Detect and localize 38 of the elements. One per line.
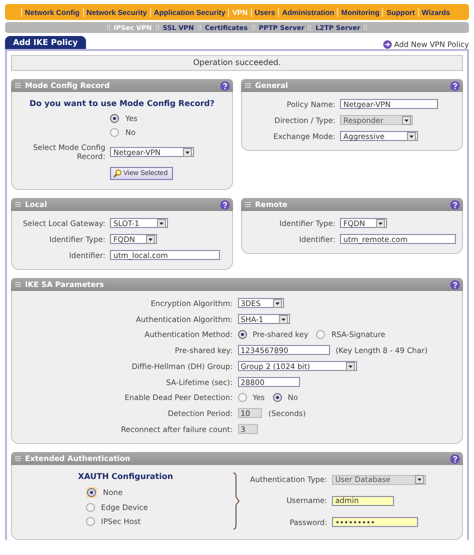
radio-button[interactable] (110, 128, 120, 137)
grip-icon (15, 83, 21, 88)
radio-button[interactable] (238, 330, 247, 339)
caret-icon (414, 475, 424, 484)
help-icon[interactable] (220, 200, 230, 210)
grip-icon (15, 202, 21, 207)
grip-icon (245, 202, 251, 207)
caret-icon (182, 148, 192, 156)
radio-button[interactable] (87, 488, 96, 497)
caret-icon (278, 314, 288, 324)
radio-button[interactable] (272, 393, 282, 402)
section-heading: XAUTH Configuration (78, 472, 174, 481)
grip-icon (15, 282, 21, 287)
arrow-circle-icon (383, 40, 392, 49)
grip-icon (245, 83, 251, 88)
help-icon[interactable] (450, 454, 460, 464)
caret-icon (146, 234, 156, 244)
help-icon[interactable] (220, 80, 230, 90)
magnifier-icon (113, 169, 122, 178)
page-tab[interactable]: Add IKE Policy (5, 36, 86, 49)
caret-icon (376, 218, 386, 228)
caret-icon (346, 362, 356, 370)
help-icon[interactable] (450, 80, 460, 90)
caret-icon (156, 218, 166, 228)
status-message: Operation succeeded. (11, 55, 463, 71)
radio-button[interactable] (86, 517, 95, 526)
radio-button[interactable] (110, 114, 120, 123)
bracket-drawing (233, 472, 240, 530)
radio-button[interactable] (238, 393, 247, 402)
radio-button[interactable] (86, 503, 95, 512)
question-heading: Do you want to use Mode Config Record? (28, 99, 216, 108)
radio-button[interactable] (316, 330, 326, 339)
caret-icon (273, 298, 282, 308)
caret-icon (407, 132, 416, 140)
grip-icon (15, 456, 21, 461)
caret-icon (402, 116, 412, 124)
help-icon[interactable] (450, 280, 460, 290)
help-icon[interactable] (450, 200, 460, 210)
